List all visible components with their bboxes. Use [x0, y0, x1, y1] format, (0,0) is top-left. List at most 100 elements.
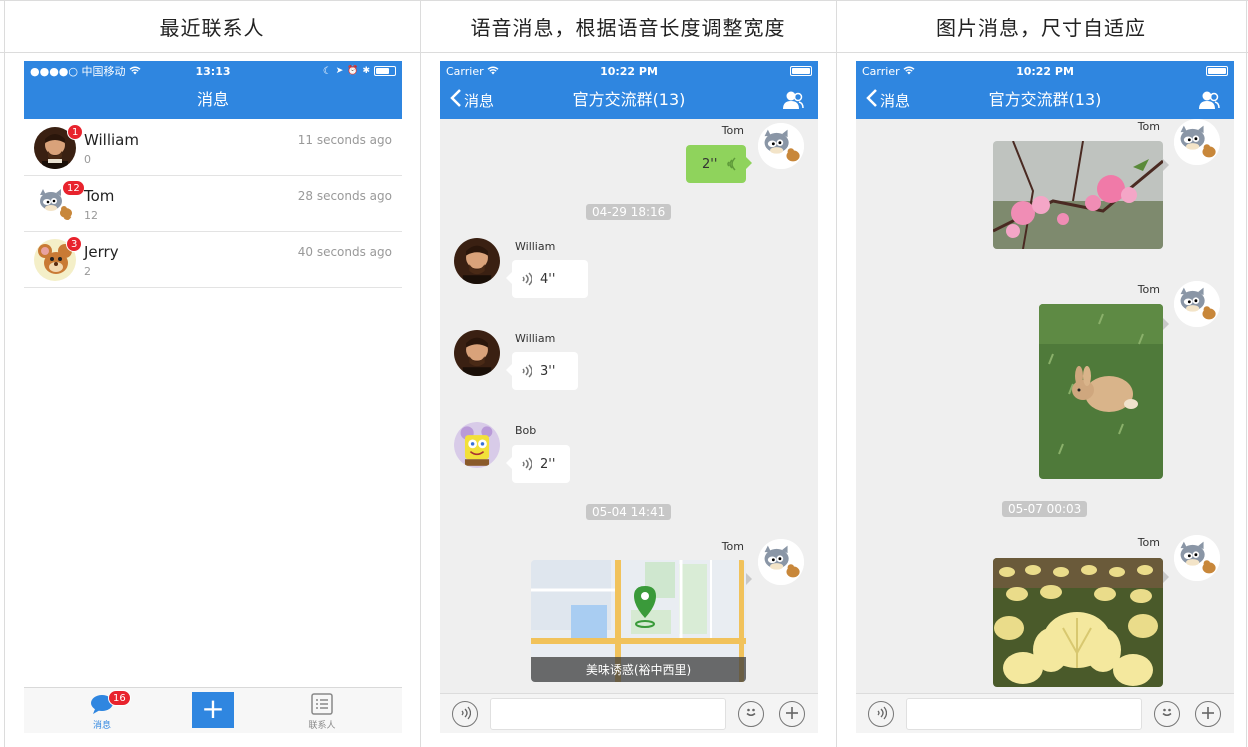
photo-rabbit-on-grass [1039, 304, 1163, 479]
bubble-tail [746, 573, 752, 585]
bubble-tail [1163, 318, 1169, 330]
status-time: 10:22 PM [1016, 64, 1074, 78]
group-members-icon[interactable] [1198, 90, 1220, 110]
more-button[interactable] [1195, 701, 1221, 727]
avatar-tom[interactable] [1174, 535, 1220, 581]
nav-bar: 消息 官方交流群(13) [440, 81, 818, 119]
status-bar: ●●●●○ 中国移动 13:13 ☾ ➤ ⏰ ✱ [24, 61, 402, 81]
message-input[interactable] [490, 698, 726, 730]
emoji-button[interactable] [1154, 701, 1180, 727]
status-bar: Carrier 10:22 PM [856, 61, 1234, 81]
column-header-voice-messages: 语音消息，根据语音长度调整宽度 [470, 15, 786, 40]
sender-name: William [515, 240, 556, 253]
phone-recent-contacts: ●●●●○ 中国移动 13:13 ☾ ➤ ⏰ ✱ 消息 1 William 0 … [24, 61, 402, 733]
timestamp-divider: 04-29 18:16 [586, 204, 672, 220]
battery-icon [374, 66, 396, 76]
voice-duration: 2'' [702, 156, 718, 172]
image-message-rabbit[interactable] [1039, 304, 1163, 479]
column-divider-2 [836, 0, 837, 747]
column-border-right [1246, 0, 1247, 747]
smiley-icon [743, 704, 759, 724]
more-button[interactable] [779, 701, 805, 727]
conversation-preview: 12 [84, 209, 98, 222]
avatar-tom[interactable] [758, 123, 804, 169]
avatar-tom[interactable] [758, 539, 804, 585]
emoji-button[interactable] [738, 701, 764, 727]
alarm-icon: ⏰ [347, 66, 359, 76]
avatar-tom[interactable] [1174, 281, 1220, 327]
avatar-william[interactable] [454, 238, 500, 284]
nav-bar: 消息 官方交流群(13) [856, 81, 1234, 119]
voice-icon [459, 705, 472, 724]
conversation-preview: 0 [84, 153, 91, 166]
voice-message-bubble[interactable]: 2'' [686, 145, 752, 183]
voice-icon [875, 705, 888, 724]
location-arrow-icon: ➤ [335, 66, 344, 76]
column-border-left [4, 0, 5, 747]
voice-wave-icon [520, 363, 533, 383]
bluetooth-icon: ✱ [362, 66, 370, 76]
voice-message-bubble[interactable]: 4'' [506, 260, 588, 298]
voice-message-bubble[interactable]: 3'' [506, 352, 578, 390]
voice-input-button[interactable] [868, 701, 894, 727]
conversation-time: 28 seconds ago [297, 189, 392, 203]
voice-duration: 4'' [540, 271, 556, 287]
conversation-name: William [84, 131, 139, 149]
unread-badge: 3 [66, 236, 83, 252]
tab-label: 联系人 [308, 721, 336, 731]
avatar-william[interactable] [454, 330, 500, 376]
conversation-name: Tom [84, 187, 115, 205]
status-time: 10:22 PM [600, 64, 658, 78]
voice-wave-icon [520, 271, 533, 291]
sender-name: Tom [721, 540, 744, 553]
battery-icon [1206, 66, 1228, 76]
conversation-row-william[interactable]: 1 William 0 11 seconds ago [24, 120, 402, 176]
add-button[interactable]: + [192, 692, 234, 728]
column-divider-1 [420, 0, 421, 747]
timestamp-divider: 05-07 00:03 [1002, 501, 1088, 517]
unread-badge: 1 [67, 124, 84, 140]
tab-bar: 16 消息 + 联系人 [24, 687, 402, 733]
column-header-image-messages: 图片消息，尺寸自适应 [936, 15, 1146, 40]
bubble-tail [1163, 159, 1169, 171]
photo-yellow-tulips [993, 558, 1163, 687]
location-name: 美味诱惑(裕中西里) [585, 663, 692, 677]
plus-icon [1201, 705, 1215, 724]
voice-duration: 2'' [540, 456, 556, 472]
sender-name: Tom [1137, 283, 1160, 296]
group-members-icon[interactable] [782, 90, 804, 110]
tab-contacts[interactable]: 联系人 [292, 688, 352, 733]
battery-icon [790, 66, 812, 76]
message-input[interactable] [906, 698, 1142, 730]
status-bar: Carrier 10:22 PM [440, 61, 818, 81]
image-message-tulips[interactable] [993, 558, 1163, 687]
sender-name: Tom [1137, 536, 1160, 549]
conversation-name: Jerry [84, 243, 119, 261]
conversation-row-jerry[interactable]: 3 Jerry 2 40 seconds ago [24, 232, 402, 288]
sender-name: Tom [721, 124, 744, 137]
header-divider [0, 52, 1248, 53]
sender-name: William [515, 332, 556, 345]
input-bar [856, 693, 1234, 733]
tab-unread-badge: 16 [108, 690, 131, 706]
voice-message-bubble[interactable]: 2'' [506, 445, 570, 483]
bubble-tail [1163, 571, 1169, 583]
avatar-tom[interactable] [1174, 119, 1220, 165]
phone-voice-chat: Carrier 10:22 PM 消息 官方交流群(13) Tom 2'' 04… [440, 61, 818, 733]
column-header-recent-contacts: 最近联系人 [159, 15, 265, 40]
location-message[interactable]: 美味诱惑(裕中西里) [531, 560, 746, 682]
phone-image-chat: Carrier 10:22 PM 消息 官方交流群(13) Tom Tom 05… [856, 61, 1234, 733]
avatar-bob[interactable] [454, 422, 500, 468]
voice-wave-icon [520, 456, 533, 476]
voice-input-button[interactable] [452, 701, 478, 727]
tab-label: 消息 [92, 721, 111, 731]
conversation-row-tom[interactable]: 12 Tom 12 28 seconds ago [24, 176, 402, 232]
timestamp-divider: 05-04 14:41 [586, 504, 672, 520]
tab-messages[interactable]: 16 消息 [72, 688, 132, 733]
image-message-blossoms[interactable] [993, 141, 1163, 249]
contacts-list-icon [311, 693, 333, 718]
voice-wave-icon [726, 156, 738, 176]
voice-duration: 3'' [540, 363, 556, 379]
smiley-icon [1159, 704, 1175, 724]
conversation-preview: 2 [84, 265, 91, 278]
